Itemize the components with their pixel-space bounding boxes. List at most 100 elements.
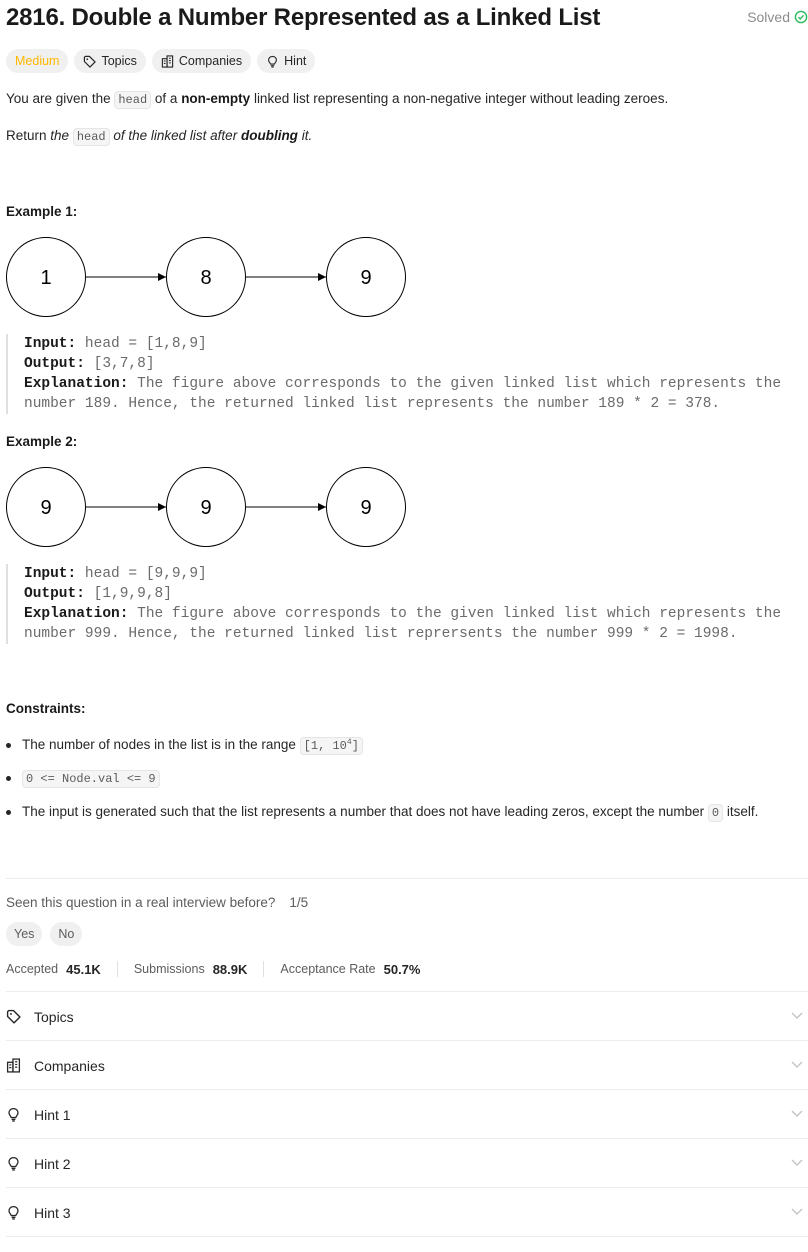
stats-divider — [116, 961, 118, 977]
explanation-text: The figure above corresponds to the give… — [128, 376, 782, 392]
section-label: Hint 3 — [34, 1204, 71, 1221]
inline-code: head — [72, 128, 110, 146]
lightbulb-icon — [268, 55, 278, 68]
topics-tag[interactable]: Topics — [74, 49, 146, 73]
example-1-heading: Example 1: — [6, 204, 78, 219]
hint-1-section[interactable]: Hint 1 — [6, 1090, 808, 1139]
interview-prompt: Seen this question in a real interview b… — [6, 895, 308, 910]
section-label: Hint 2 — [34, 1155, 71, 1172]
chevron-down-icon — [791, 1110, 803, 1117]
interview-question: Seen this question in a real interview b… — [6, 895, 276, 910]
explanation-text: number 189. Hence, the returned linked l… — [24, 396, 721, 412]
text-fragment: of a — [151, 91, 182, 106]
output-value: [1,9,9,8] — [84, 586, 172, 602]
hint-tag-label: Hint — [284, 54, 307, 68]
no-button[interactable]: No — [50, 922, 83, 946]
chevron-down-icon — [791, 1208, 803, 1215]
bullet-dot — [6, 810, 11, 815]
companies-tag[interactable]: Companies — [151, 49, 252, 73]
input-value: head = [1,8,9] — [76, 336, 207, 352]
constraints-heading: Constraints: — [6, 701, 86, 716]
constraint-text: itself. — [723, 804, 759, 819]
yes-button[interactable]: Yes — [6, 922, 43, 946]
bold-text: non-empty — [181, 91, 251, 106]
solved-status: Solved — [747, 9, 808, 25]
italic-text: of the linked list after — [109, 128, 241, 143]
lightbulb-icon — [8, 1205, 19, 1220]
explanation-text: number 999. Hence, the returned linked l… — [24, 626, 738, 642]
input-label: Input: — [24, 336, 77, 352]
topics-tag-label: Topics — [101, 54, 137, 68]
text-fragment: Return — [6, 128, 51, 143]
node-value: 8 — [200, 267, 211, 289]
companies-tag-label: Companies — [178, 54, 243, 68]
section-label: Hint 1 — [34, 1106, 71, 1123]
chevron-down-icon — [791, 1159, 803, 1166]
example-2-heading: Example 2: — [6, 434, 78, 449]
chevron-down-icon — [791, 1012, 803, 1019]
topics-section[interactable]: Topics — [6, 992, 808, 1041]
text-fragment: You are given the — [6, 91, 115, 106]
output-value: [3,7,8] — [84, 356, 155, 372]
section-label: Companies — [34, 1057, 105, 1074]
interview-count: 1/5 — [289, 895, 309, 910]
tag-icon — [6, 1009, 21, 1024]
example-2-linked-list-diagram: 9 9 9 — [6, 467, 406, 547]
node-value: 9 — [360, 497, 371, 519]
section-label: Topics — [34, 1008, 74, 1025]
input-value: head = [9,9,9] — [76, 566, 207, 582]
stats-row: Accepted 45.1K Submissions 88.9K Acceptanc… — [6, 961, 420, 977]
tag-row: Medium Topics Companies Hint — [6, 49, 316, 73]
lightbulb-icon — [8, 1107, 19, 1122]
inline-code: head — [114, 91, 152, 109]
example-1-io-block: Input: head = [1,8,9] Output: [3,7,8] Ex… — [6, 334, 781, 414]
node-value: 1 — [40, 267, 51, 289]
node-value: 9 — [40, 497, 51, 519]
output-label: Output: — [24, 586, 85, 602]
text-fragment: linked list representing a non-negative … — [250, 91, 669, 106]
example-2-io-block: Input: head = [9,9,9] Output: [1,9,9,8] … — [6, 564, 781, 644]
hint-3-section[interactable]: Hint 3 — [6, 1188, 808, 1237]
constraint-text: The number of nodes in the list is in th… — [22, 737, 300, 752]
explanation-label: Explanation: — [24, 606, 129, 622]
example-1-linked-list-diagram: 1 8 9 — [6, 237, 406, 317]
submissions-value: 88.9K — [212, 961, 248, 977]
constraint-text: The input is generated such that the lis… — [22, 804, 708, 819]
explanation-text: The figure above corresponds to the give… — [128, 606, 782, 622]
building-icon — [161, 54, 174, 68]
submissions-label: Submissions — [133, 962, 205, 976]
hint-2-section[interactable]: Hint 2 — [6, 1139, 808, 1188]
accepted-label: Accepted — [6, 962, 59, 976]
input-label: Input: — [24, 566, 77, 582]
code-text: [1, 10 — [303, 739, 347, 753]
output-label: Output: — [24, 356, 85, 372]
italic-text: the — [50, 128, 73, 143]
description-paragraph-2: Return the head of the linked list after… — [6, 128, 313, 146]
lightbulb-icon — [8, 1156, 19, 1171]
accepted-value: 45.1K — [66, 961, 101, 977]
explanation-label: Explanation: — [24, 376, 129, 392]
hint-tag[interactable]: Hint — [257, 49, 316, 73]
companies-section[interactable]: Companies — [6, 1041, 808, 1090]
interview-buttons: Yes No — [6, 922, 83, 946]
solved-label: Solved — [747, 9, 790, 25]
node-value: 9 — [360, 267, 371, 289]
stats-divider — [263, 961, 265, 977]
description-paragraph-1: You are given the head of a non-empty li… — [6, 91, 669, 109]
tag-icon — [84, 55, 97, 68]
node-value: 9 — [200, 497, 211, 519]
inline-code: 0 — [707, 804, 724, 822]
italic-text: it. — [297, 128, 313, 143]
inline-code: 0 <= Node.val <= 9 — [22, 770, 160, 788]
acceptance-rate-label: Acceptance Rate — [280, 962, 376, 976]
bullet-dot — [6, 743, 11, 748]
divider — [6, 1236, 808, 1237]
chevron-down-icon — [791, 1061, 803, 1068]
bold-italic-text: doubling — [240, 128, 298, 143]
bullet-dot — [6, 776, 11, 781]
problem-title: 2816. Double a Number Represented as a L… — [6, 4, 601, 31]
acceptance-rate-value: 50.7% — [383, 961, 421, 977]
inline-code: [1, 104] — [299, 737, 363, 755]
difficulty-badge: Medium — [6, 49, 69, 73]
divider — [6, 878, 808, 879]
